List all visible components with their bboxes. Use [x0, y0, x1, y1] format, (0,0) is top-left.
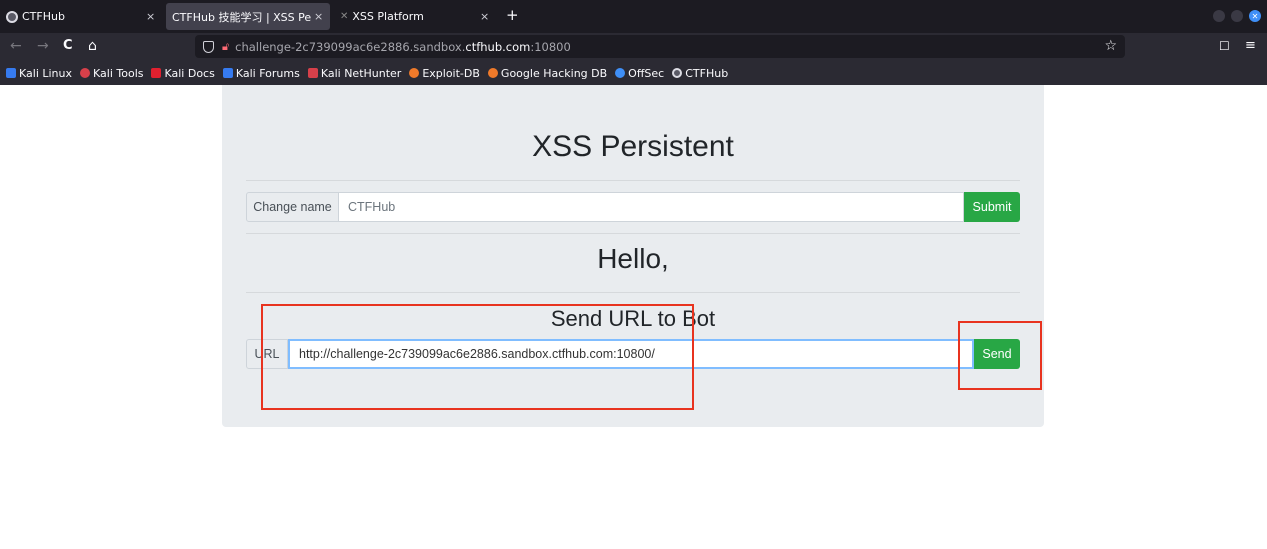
tab-title: CTFHub — [22, 10, 65, 23]
close-icon[interactable]: × — [314, 10, 323, 23]
annotation-box-send — [958, 321, 1042, 390]
kali-docs-icon — [151, 68, 162, 78]
tab-title: CTFHub 技能学习 | XSS Persi — [172, 10, 312, 24]
bookmark-kali-nethunter[interactable]: Kali NetHunter — [307, 67, 401, 80]
forward-button[interactable]: → — [37, 38, 49, 54]
nethunter-icon — [307, 68, 318, 78]
url-bar[interactable]: 🔓︎ challenge-2c739099ac6e2886.sandbox. ct… — [195, 35, 1125, 58]
bookmark-ctfhub[interactable]: CTFHub — [672, 67, 728, 80]
tracking-shield-icon[interactable] — [203, 40, 214, 53]
annotation-box-url — [261, 304, 694, 410]
submit-button[interactable]: Submit — [964, 192, 1020, 222]
divider — [246, 180, 1020, 181]
insecure-lock-icon[interactable]: 🔓︎ — [222, 40, 229, 54]
url-subdomain: challenge-2c739099ac6e2886.sandbox. — [235, 39, 466, 54]
tab-xss-platform[interactable]: ✕ XSS Platform × — [340, 0, 500, 33]
bookmark-kali-tools[interactable]: Kali Tools — [80, 67, 143, 80]
bookmark-exploit-db[interactable]: Exploit-DB — [409, 67, 480, 80]
xss-platform-icon: ✕ — [340, 10, 349, 22]
tab-title: XSS Platform — [352, 10, 424, 23]
tab-ctfhub-xss[interactable]: CTFHub 技能学习 | XSS Persi × — [166, 0, 330, 33]
nav-bar: ← → C ⌂ 🔓︎ challenge-2c739099ac6e2886.sa… — [0, 33, 1267, 61]
change-name-label: Change name — [246, 192, 339, 222]
change-name-group: Change name CTFHub Submit — [246, 192, 1020, 222]
window-close-button[interactable]: ✕ — [1249, 10, 1261, 22]
exploit-db-icon — [409, 68, 420, 78]
ctfhub-icon — [672, 68, 683, 78]
offsec-icon — [615, 68, 626, 78]
bookmark-kali-forums[interactable]: Kali Forums — [222, 67, 300, 80]
home-button[interactable]: ⌂ — [88, 38, 97, 54]
ghdb-icon — [487, 68, 498, 78]
bookmarks-bar: Kali Linux Kali Tools Kali Docs Kali For… — [0, 61, 1267, 85]
menu-icon[interactable]: ≡ — [1245, 38, 1256, 53]
bookmark-star-icon[interactable]: ☆ — [1104, 38, 1117, 54]
name-input[interactable]: CTFHub — [339, 192, 964, 222]
page-title: XSS Persistent — [532, 130, 734, 163]
bookmark-offsec[interactable]: OffSec — [615, 67, 664, 80]
tab-strip: CTFHub × CTFHub 技能学习 | XSS Persi × ✕ XSS… — [0, 0, 1267, 33]
kali-forums-icon — [222, 68, 233, 78]
bookmark-kali-linux[interactable]: Kali Linux — [6, 67, 72, 80]
url-domain: ctfhub.com — [465, 39, 531, 54]
kali-tools-icon — [80, 68, 91, 78]
tab-ctfhub[interactable]: CTFHub × — [6, 0, 166, 33]
maximize-button[interactable] — [1231, 10, 1243, 22]
kali-icon — [6, 68, 16, 78]
close-icon[interactable]: × — [146, 10, 155, 23]
back-button[interactable]: ← — [10, 38, 22, 54]
new-tab-button[interactable]: + — [506, 6, 519, 24]
pocket-icon[interactable]: ☐ — [1219, 39, 1230, 53]
bookmark-kali-docs[interactable]: Kali Docs — [151, 67, 215, 80]
divider — [246, 292, 1020, 293]
reload-button[interactable]: C — [63, 38, 73, 53]
divider — [246, 233, 1020, 234]
close-icon[interactable]: × — [480, 10, 489, 23]
bookmark-google-hacking-db[interactable]: Google Hacking DB — [487, 67, 607, 80]
hello-text: Hello, — [597, 243, 669, 274]
ctfhub-icon — [6, 10, 18, 23]
url-port: :10800 — [530, 39, 571, 54]
minimize-button[interactable] — [1213, 10, 1225, 22]
